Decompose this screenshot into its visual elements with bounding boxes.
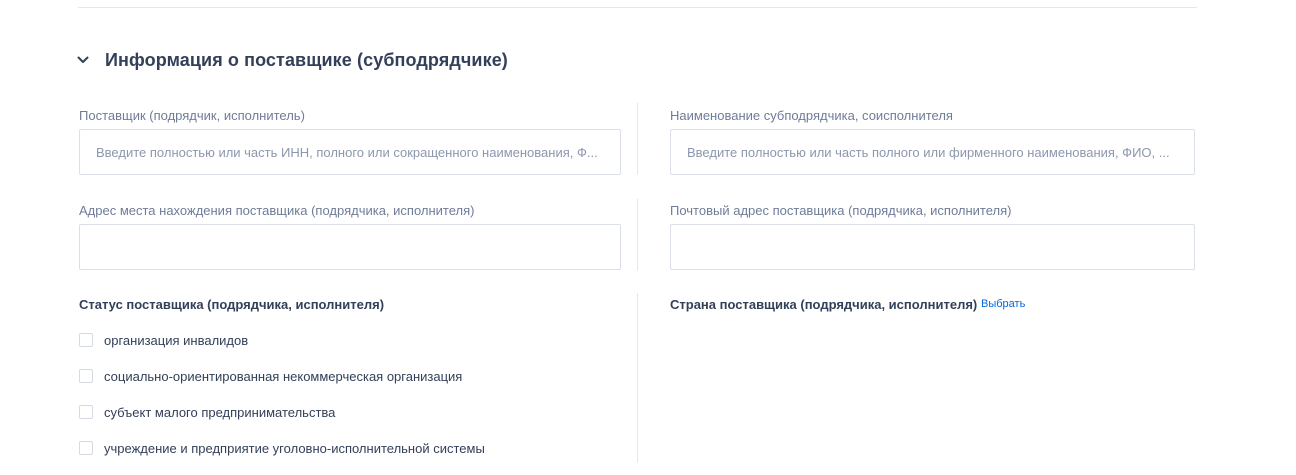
- status-option-small-business[interactable]: субъект малого предпринимательства: [79, 404, 335, 420]
- status-option-penal-system[interactable]: учреждение и предприятие уголовно-исполн…: [79, 440, 485, 456]
- supplier-label: Поставщик (подрядчик, исполнитель): [79, 108, 305, 123]
- postal-address-label: Почтовый адрес поставщика (подрядчика, и…: [670, 203, 1012, 218]
- status-option-disabled-org[interactable]: организация инвалидов: [79, 332, 248, 348]
- chevron-down-icon[interactable]: [76, 53, 90, 67]
- status-label: Статус поставщика (подрядчика, исполните…: [79, 297, 385, 312]
- supplier-input[interactable]: [79, 129, 621, 175]
- subcontractor-input[interactable]: [670, 129, 1195, 175]
- select-country-link[interactable]: Выбрать: [981, 298, 1025, 310]
- top-divider: [78, 7, 1197, 8]
- postal-address-input[interactable]: [670, 224, 1195, 270]
- subcontractor-label: Наименование субподрядчика, соисполнител…: [670, 108, 953, 123]
- column-divider: [637, 199, 638, 271]
- checkbox[interactable]: [79, 441, 93, 455]
- supplier-address-label: Адрес места нахождения поставщика (подря…: [79, 203, 475, 218]
- supplier-info-form: Информация о поставщике (субподрядчике) …: [0, 0, 1296, 475]
- section-header[interactable]: Информация о поставщике (субподрядчике): [76, 46, 508, 74]
- checkbox[interactable]: [79, 369, 93, 383]
- column-divider: [637, 293, 638, 463]
- supplier-address-input[interactable]: [79, 224, 621, 270]
- section-title: Информация о поставщике (субподрядчике): [105, 49, 508, 70]
- checkbox-label: социально-ориентированная некоммерческая…: [104, 368, 463, 384]
- checkbox[interactable]: [79, 405, 93, 419]
- column-divider: [637, 103, 638, 175]
- checkbox-label: организация инвалидов: [104, 332, 249, 348]
- checkbox-label: учреждение и предприятие уголовно-исполн…: [104, 440, 485, 456]
- checkbox-label: субъект малого предпринимательства: [104, 404, 336, 420]
- status-option-socially-oriented-nco[interactable]: социально-ориентированная некоммерческая…: [79, 368, 462, 384]
- country-label: Страна поставщика (подрядчика, исполните…: [670, 297, 978, 312]
- checkbox[interactable]: [79, 333, 93, 347]
